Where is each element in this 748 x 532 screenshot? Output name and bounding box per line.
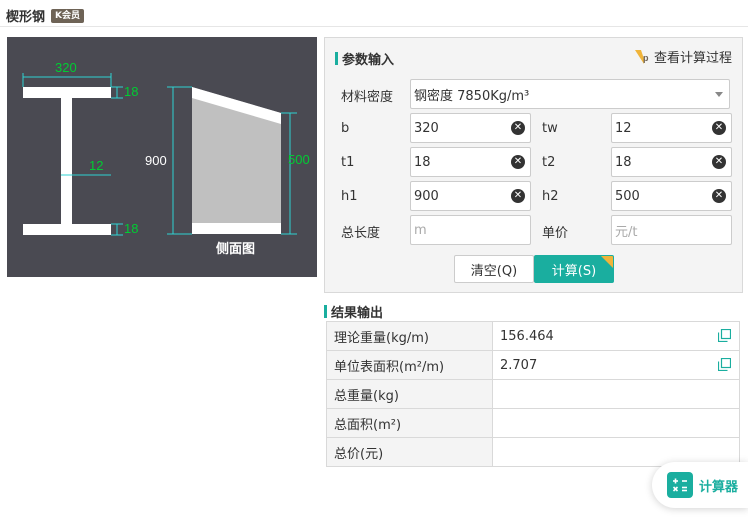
density-value: 钢密度 7850Kg/m³ [414, 88, 530, 104]
vip-corner-icon [601, 256, 613, 268]
results-title-text: 结果输出 [331, 306, 384, 321]
h1-input[interactable]: 900 ✕ [410, 181, 531, 211]
clear-icon[interactable]: ✕ [712, 155, 726, 169]
t1-label: t1 [341, 155, 355, 170]
result-name: 理论重量(kg/m) [326, 321, 493, 351]
t2-input[interactable]: 18 ✕ [611, 147, 732, 177]
h2-value: 500 [615, 188, 640, 204]
clear-icon[interactable]: ✕ [712, 189, 726, 203]
h2-label: h2 [542, 189, 559, 204]
t2-dim-label: 18 [124, 221, 138, 236]
params-title: 参数输入 [335, 49, 394, 68]
divider [0, 26, 748, 27]
price-label: 单价 [542, 226, 569, 241]
b-input[interactable]: 320 ✕ [410, 113, 531, 143]
result-value: 156.464 [500, 328, 554, 344]
h1-dim-label: 900 [145, 153, 167, 168]
h2-dim-label: 500 [288, 152, 310, 167]
calculate-button-label: 计算(S) [551, 263, 597, 279]
result-value: 2.707 [500, 357, 538, 373]
side-view-label: 侧面图 [216, 241, 255, 256]
bottom-flange [23, 224, 111, 235]
result-value [492, 408, 740, 438]
h1-label: h1 [341, 189, 358, 204]
price-placeholder: 元/t [615, 224, 638, 240]
params-panel: 参数输入 p 查看计算过程 材料密度 钢密度 7850Kg/m³ b 320 ✕… [324, 37, 743, 293]
calculator-label: 计算器 [699, 479, 739, 495]
table-row: 总重量(kg) [326, 379, 740, 409]
view-calc-process-link[interactable]: p 查看计算过程 [634, 47, 732, 66]
svg-text:p: p [643, 53, 649, 63]
length-label: 总长度 [341, 226, 381, 241]
price-input[interactable]: 元/t [611, 215, 732, 245]
length-placeholder: m [414, 222, 427, 238]
view-calc-process-label: 查看计算过程 [653, 51, 732, 66]
b-label: b [341, 121, 350, 136]
clear-icon[interactable]: ✕ [511, 189, 525, 203]
clear-icon[interactable]: ✕ [511, 121, 525, 135]
result-value-cell: 156.464 [492, 321, 740, 351]
accent-bar [324, 305, 327, 318]
calculator-float-button[interactable]: 计算器 [652, 462, 748, 508]
wedge-steel-diagram: 320 18 12 18 900 500 侧面图 [7, 37, 317, 277]
table-row: 总面积(m²) [326, 408, 740, 438]
b-dim-label: 320 [55, 60, 77, 75]
diagram-svg: 320 18 12 18 900 500 侧面图 [22, 60, 310, 256]
chevron-down-icon [715, 91, 723, 97]
result-value [492, 379, 740, 409]
b-value: 320 [414, 120, 439, 136]
params-title-text: 参数输入 [342, 53, 395, 68]
calculator-icon [667, 472, 693, 498]
accent-bar [335, 52, 338, 65]
page-title: 楔形钢 K会员 [6, 6, 84, 25]
result-name: 总面积(m²) [326, 408, 493, 438]
length-input[interactable]: m [410, 215, 531, 245]
calculate-button[interactable]: 计算(S) [534, 255, 614, 283]
tw-dim-label: 12 [89, 158, 103, 173]
tw-input[interactable]: 12 ✕ [611, 113, 732, 143]
side-view-bottom-flange [192, 223, 281, 234]
result-name: 总价(元) [326, 437, 493, 467]
vip-calc-icon: p [634, 49, 649, 64]
top-flange [23, 87, 111, 98]
clear-button[interactable]: 清空(Q) [454, 255, 534, 283]
copy-icon[interactable] [718, 358, 731, 371]
member-badge: K会员 [51, 8, 84, 23]
t2-value: 18 [615, 154, 632, 170]
results-table: 理论重量(kg/m) 156.464 单位表面积(m²/m) 2.707 总重量… [326, 321, 740, 467]
results-title: 结果输出 [324, 302, 383, 321]
h2-input[interactable]: 500 ✕ [611, 181, 732, 211]
result-name: 单位表面积(m²/m) [326, 350, 493, 380]
t1-value: 18 [414, 154, 431, 170]
tw-value: 12 [615, 120, 632, 136]
result-name: 总重量(kg) [326, 379, 493, 409]
clear-icon[interactable]: ✕ [712, 121, 726, 135]
table-row: 单位表面积(m²/m) 2.707 [326, 350, 740, 380]
t2-label: t2 [542, 155, 556, 170]
web [61, 98, 72, 224]
density-select[interactable]: 钢密度 7850Kg/m³ [410, 79, 730, 109]
clear-icon[interactable]: ✕ [511, 155, 525, 169]
density-label: 材料密度 [341, 90, 394, 105]
t1-dim-label: 18 [124, 84, 138, 99]
result-value-cell: 2.707 [492, 350, 740, 380]
table-row: 理论重量(kg/m) 156.464 [326, 321, 740, 351]
h1-value: 900 [414, 188, 439, 204]
copy-icon[interactable] [718, 329, 731, 342]
page-title-text: 楔形钢 [6, 10, 46, 25]
t1-input[interactable]: 18 ✕ [410, 147, 531, 177]
tw-label: tw [542, 121, 558, 136]
